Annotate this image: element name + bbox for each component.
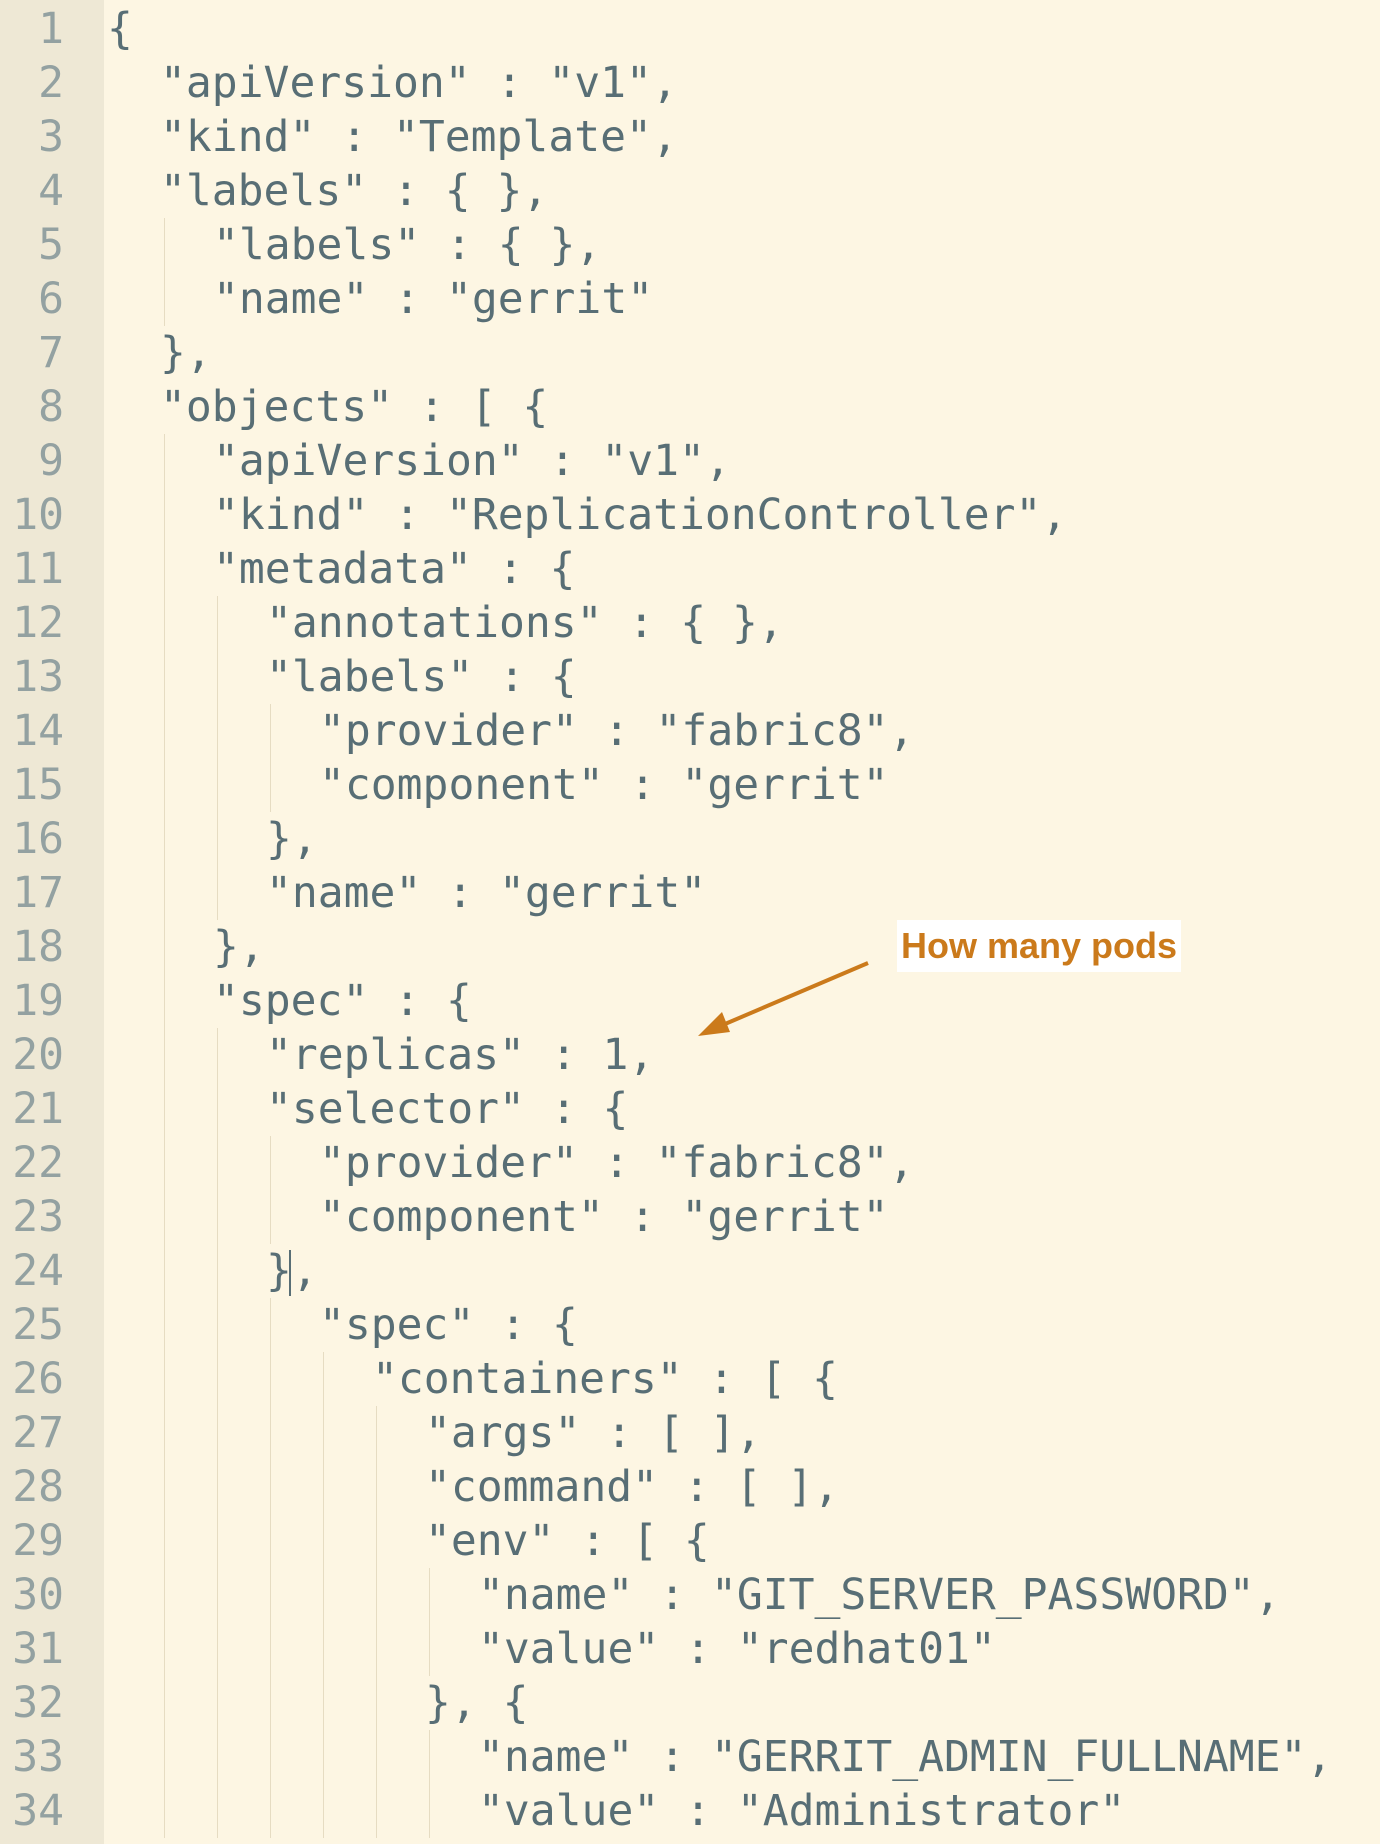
arrow-head	[698, 1012, 730, 1036]
arrow-shaft	[717, 961, 869, 1029]
annotation-label: How many pods	[897, 920, 1182, 972]
